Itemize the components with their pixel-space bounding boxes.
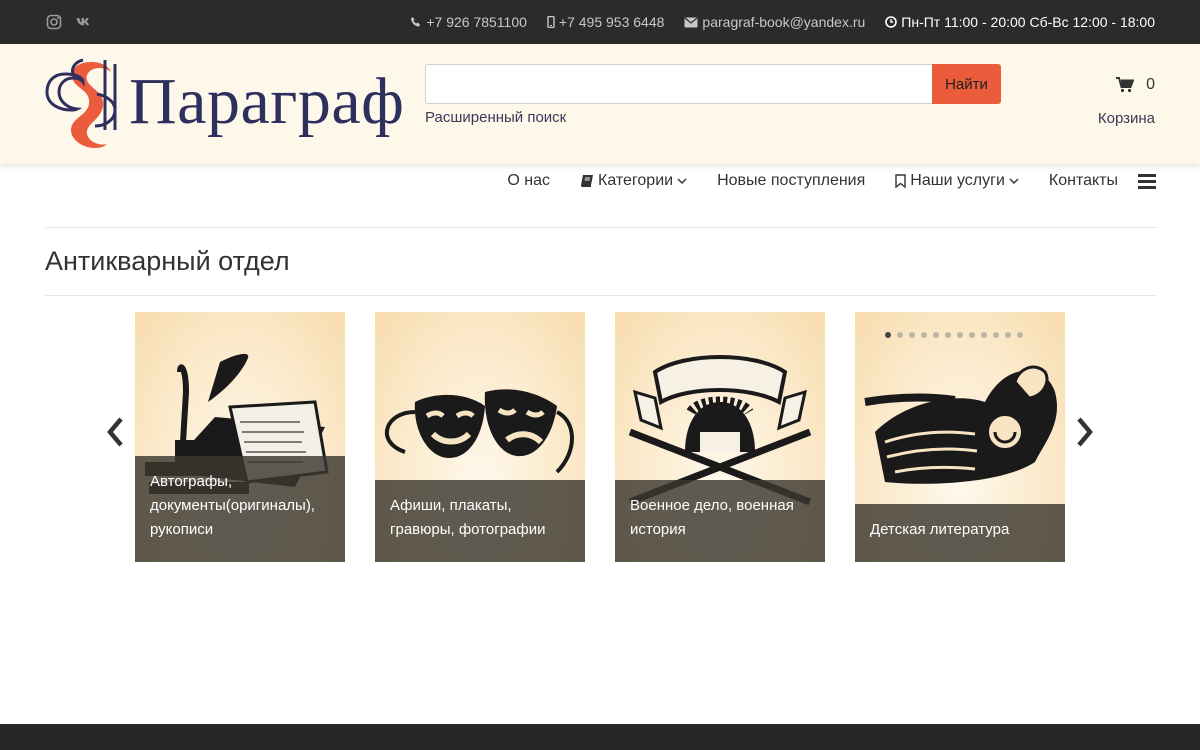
card-caption: Афиши, плакаты, гравюры, фотографии [375,480,585,562]
category-card[interactable]: Военное дело, военная история [615,312,825,562]
pagination-dot[interactable] [897,332,903,338]
nav-categories-label: Категории [598,172,674,189]
nav-new-arrivals[interactable]: Новые поступления [717,172,865,190]
category-card[interactable]: Автографы, документы(оригиналы), рукопис… [135,312,345,562]
phone-2[interactable]: +7 495 953 6448 [547,14,665,30]
cart-label: Корзина [1097,110,1155,127]
main-nav: О нас Категории Новые поступления Наши у… [507,170,1156,192]
logo[interactable]: Параграф [45,52,405,158]
phone-1[interactable]: +7 926 7851100 [410,14,527,30]
pagination-dot[interactable] [981,332,987,338]
site-footer [0,724,1200,750]
cart[interactable]: 0 Корзина [1075,76,1155,127]
envelope-icon [684,17,698,27]
chevron-left-icon [107,417,123,447]
carousel-pagination [885,332,1023,338]
nav-contacts-label: Контакты [1048,172,1118,189]
carousel-next-button[interactable] [1070,412,1100,452]
category-carousel: Автографы, документы(оригиналы), рукопис… [100,312,1100,562]
contacts: +7 926 7851100 +7 495 953 6448 paragraf-… [410,14,1155,30]
card-caption: Автографы, документы(оригиналы), рукопис… [135,456,345,562]
hours-text: Пн-Пт 11:00 - 20:00 Сб-Вс 12:00 - 18:00 [901,14,1155,30]
divider-top [45,227,1156,228]
social-links [46,13,92,31]
pagination-dot[interactable] [945,332,951,338]
clock-icon [885,16,898,28]
category-card[interactable]: Афиши, плакаты, гравюры, фотографии [375,312,585,562]
email-text: paragraf-book@yandex.ru [702,14,866,30]
carousel-prev-button[interactable] [100,412,130,452]
cart-summary: 0 [1075,76,1155,94]
nav-contacts[interactable]: Контакты [1049,172,1118,190]
search-input[interactable] [425,64,933,104]
phone-2-text: +7 495 953 6448 [558,14,665,30]
pagination-dot[interactable] [885,332,891,338]
vk-icon[interactable] [76,13,92,31]
search-button[interactable]: Найти [932,64,1001,104]
pagination-dot[interactable] [993,332,999,338]
cart-count: 0 [1146,76,1155,93]
instagram-icon[interactable] [46,13,62,31]
search-form: Найти [425,64,1001,104]
working-hours: Пн-Пт 11:00 - 20:00 Сб-Вс 12:00 - 18:00 [885,14,1155,30]
card-caption: Детская литература [855,504,1065,562]
pagination-dot[interactable] [921,332,927,338]
nav-services-label: Наши услуги [910,172,1005,189]
advanced-search-link[interactable]: Расширенный поиск [425,109,566,126]
phone-icon [411,17,421,27]
site-header: Параграф Найти Расширенный поиск 0 Корзи… [0,44,1200,164]
email-link[interactable]: paragraf-book@yandex.ru [684,14,865,30]
chevron-right-icon [1077,417,1093,447]
top-bar: +7 926 7851100 +7 495 953 6448 paragraf-… [0,0,1200,44]
nav-services[interactable]: Наши услуги [895,172,1019,190]
bookmark-icon [895,174,906,188]
divider-bottom [45,295,1156,296]
shopping-cart-icon [1116,77,1135,93]
mobile-icon [547,16,555,28]
pagination-dot[interactable] [909,332,915,338]
hamburger-menu-icon[interactable] [1138,173,1156,189]
category-card[interactable]: Детская литература [855,312,1065,562]
phone-1-text: +7 926 7851100 [426,14,527,30]
nav-categories[interactable]: Категории [580,172,687,190]
nav-about[interactable]: О нас [507,172,550,190]
chevron-down-icon [1009,177,1019,184]
card-caption: Военное дело, военная история [615,480,825,562]
page-title: Антикварный отдел [45,246,290,276]
pagination-dot[interactable] [1005,332,1011,338]
firebird-icon [864,365,1057,484]
pagination-dot[interactable] [933,332,939,338]
pagination-dot[interactable] [957,332,963,338]
book-icon [581,175,593,187]
nav-about-label: О нас [507,172,550,189]
pagination-dot[interactable] [1017,332,1023,338]
nav-new-arrivals-label: Новые поступления [717,172,866,189]
chevron-down-icon [677,177,687,184]
pagination-dot[interactable] [969,332,975,338]
logo-text: Параграф [129,65,405,138]
paragraph-logo-icon [45,58,117,148]
